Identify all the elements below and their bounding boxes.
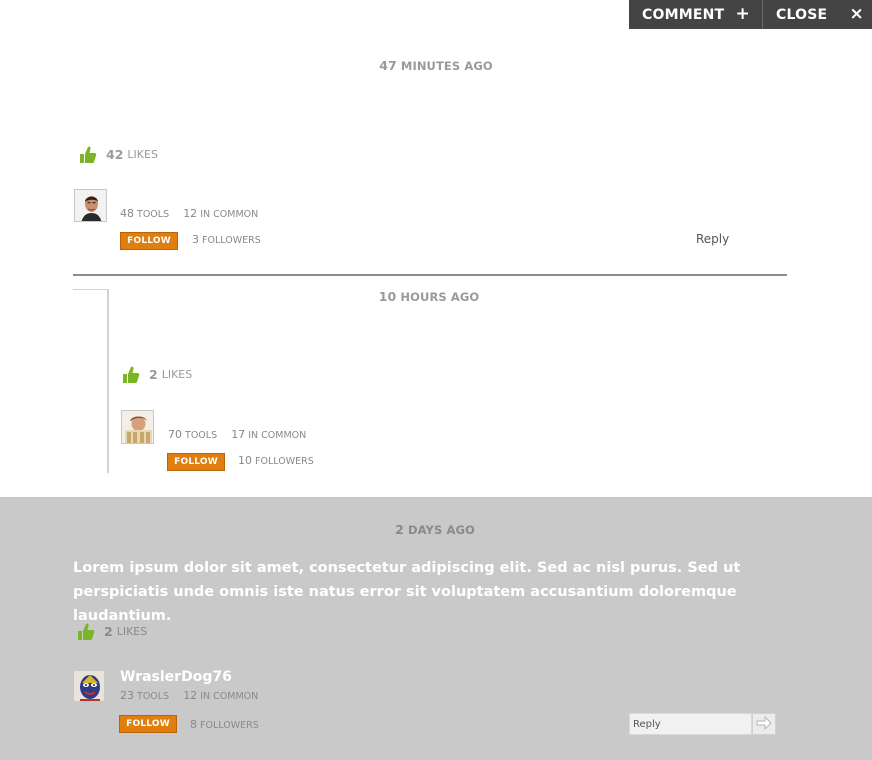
luchador-mask-image [74,671,104,701]
followers-number: 10 [238,454,252,467]
comment-timestamp: 2 DAYS AGO [335,522,535,537]
timestamp-number: 10 [378,289,397,304]
followers-number: 3 [192,233,199,246]
tools-label: TOOLS [137,691,170,702]
tools-count: 23 [120,689,134,702]
followers-label: FOLLOWERS [255,456,314,467]
likes-count: 2 [104,624,113,639]
followers-label: FOLLOWERS [202,235,261,246]
avatar[interactable] [73,670,105,702]
common-count: 17 [231,428,246,441]
reply-link[interactable]: Reply [696,232,729,246]
top-toolbar: COMMENT + CLOSE × [629,0,872,29]
comment-timestamp: 10 HOURS AGO [329,289,529,304]
user-stats: 23 TOOLS 12 IN COMMON [120,689,258,702]
common-label: IN COMMON [200,691,259,702]
followers-count: 8 FOLLOWERS [190,718,259,731]
timestamp-unit: MINUTES AGO [400,59,493,73]
follow-button[interactable]: FOLLOW [119,715,177,733]
timestamp-unit: DAYS AGO [408,523,475,537]
thread-connector [73,289,109,290]
reply-input[interactable]: Reply [629,713,752,735]
common-label: IN COMMON [248,430,307,441]
timestamp-number: 47 [379,58,397,73]
thumbs-up-icon[interactable] [79,145,97,164]
user-stats: 70 TOOLS 17 IN COMMON [168,428,306,441]
common-label: IN COMMON [200,209,259,220]
divider [73,274,787,276]
follow-button[interactable]: FOLLOW [120,232,178,250]
avatar[interactable] [121,410,154,444]
likes-label: LIKES [127,148,158,161]
username[interactable]: WraslerDog76 [120,669,232,685]
likes-label: LIKES [116,625,148,638]
timestamp-number: 2 [395,522,404,537]
comment-button-label: COMMENT [642,6,725,23]
followers-label: FOLLOWERS [200,720,259,731]
submit-reply-button[interactable] [752,713,776,735]
close-button[interactable]: CLOSE × [763,0,872,29]
thread-line [107,290,109,473]
likes-label: LIKES [161,368,193,381]
user-stats: 48 TOOLS 12 IN COMMON [120,207,258,220]
plus-icon: + [735,4,750,24]
thumbs-up-icon[interactable] [122,365,140,384]
followers-count: 10 FOLLOWERS [238,454,314,467]
tools-label: TOOLS [137,209,170,220]
comment-timestamp: 47 MINUTES AGO [336,58,536,73]
close-icon: × [849,4,864,24]
comment-button[interactable]: COMMENT + [629,0,763,29]
likes-row: 2 LIKES [77,622,147,641]
person-with-books-image [122,411,153,443]
thumbs-up-icon[interactable] [77,622,95,641]
likes-row: 42 LIKES [79,145,158,164]
tools-count: 48 [120,207,134,220]
likes-count: 42 [106,147,124,162]
comment-body: Lorem ipsum dolor sit amet, consectetur … [73,560,741,624]
followers-count: 3 FOLLOWERS [192,233,261,246]
man-portrait-image [75,190,106,221]
common-count: 12 [183,207,198,220]
followers-number: 8 [190,718,197,731]
follow-button[interactable]: FOLLOW [167,453,225,471]
arrow-right-icon [756,715,772,734]
common-count: 12 [183,689,198,702]
tools-count: 70 [168,428,182,441]
likes-row: 2 LIKES [122,365,192,384]
avatar[interactable] [74,189,107,222]
tools-label: TOOLS [185,430,218,441]
timestamp-unit: HOURS AGO [400,290,480,304]
likes-count: 2 [149,367,158,382]
close-button-label: CLOSE [776,6,828,23]
